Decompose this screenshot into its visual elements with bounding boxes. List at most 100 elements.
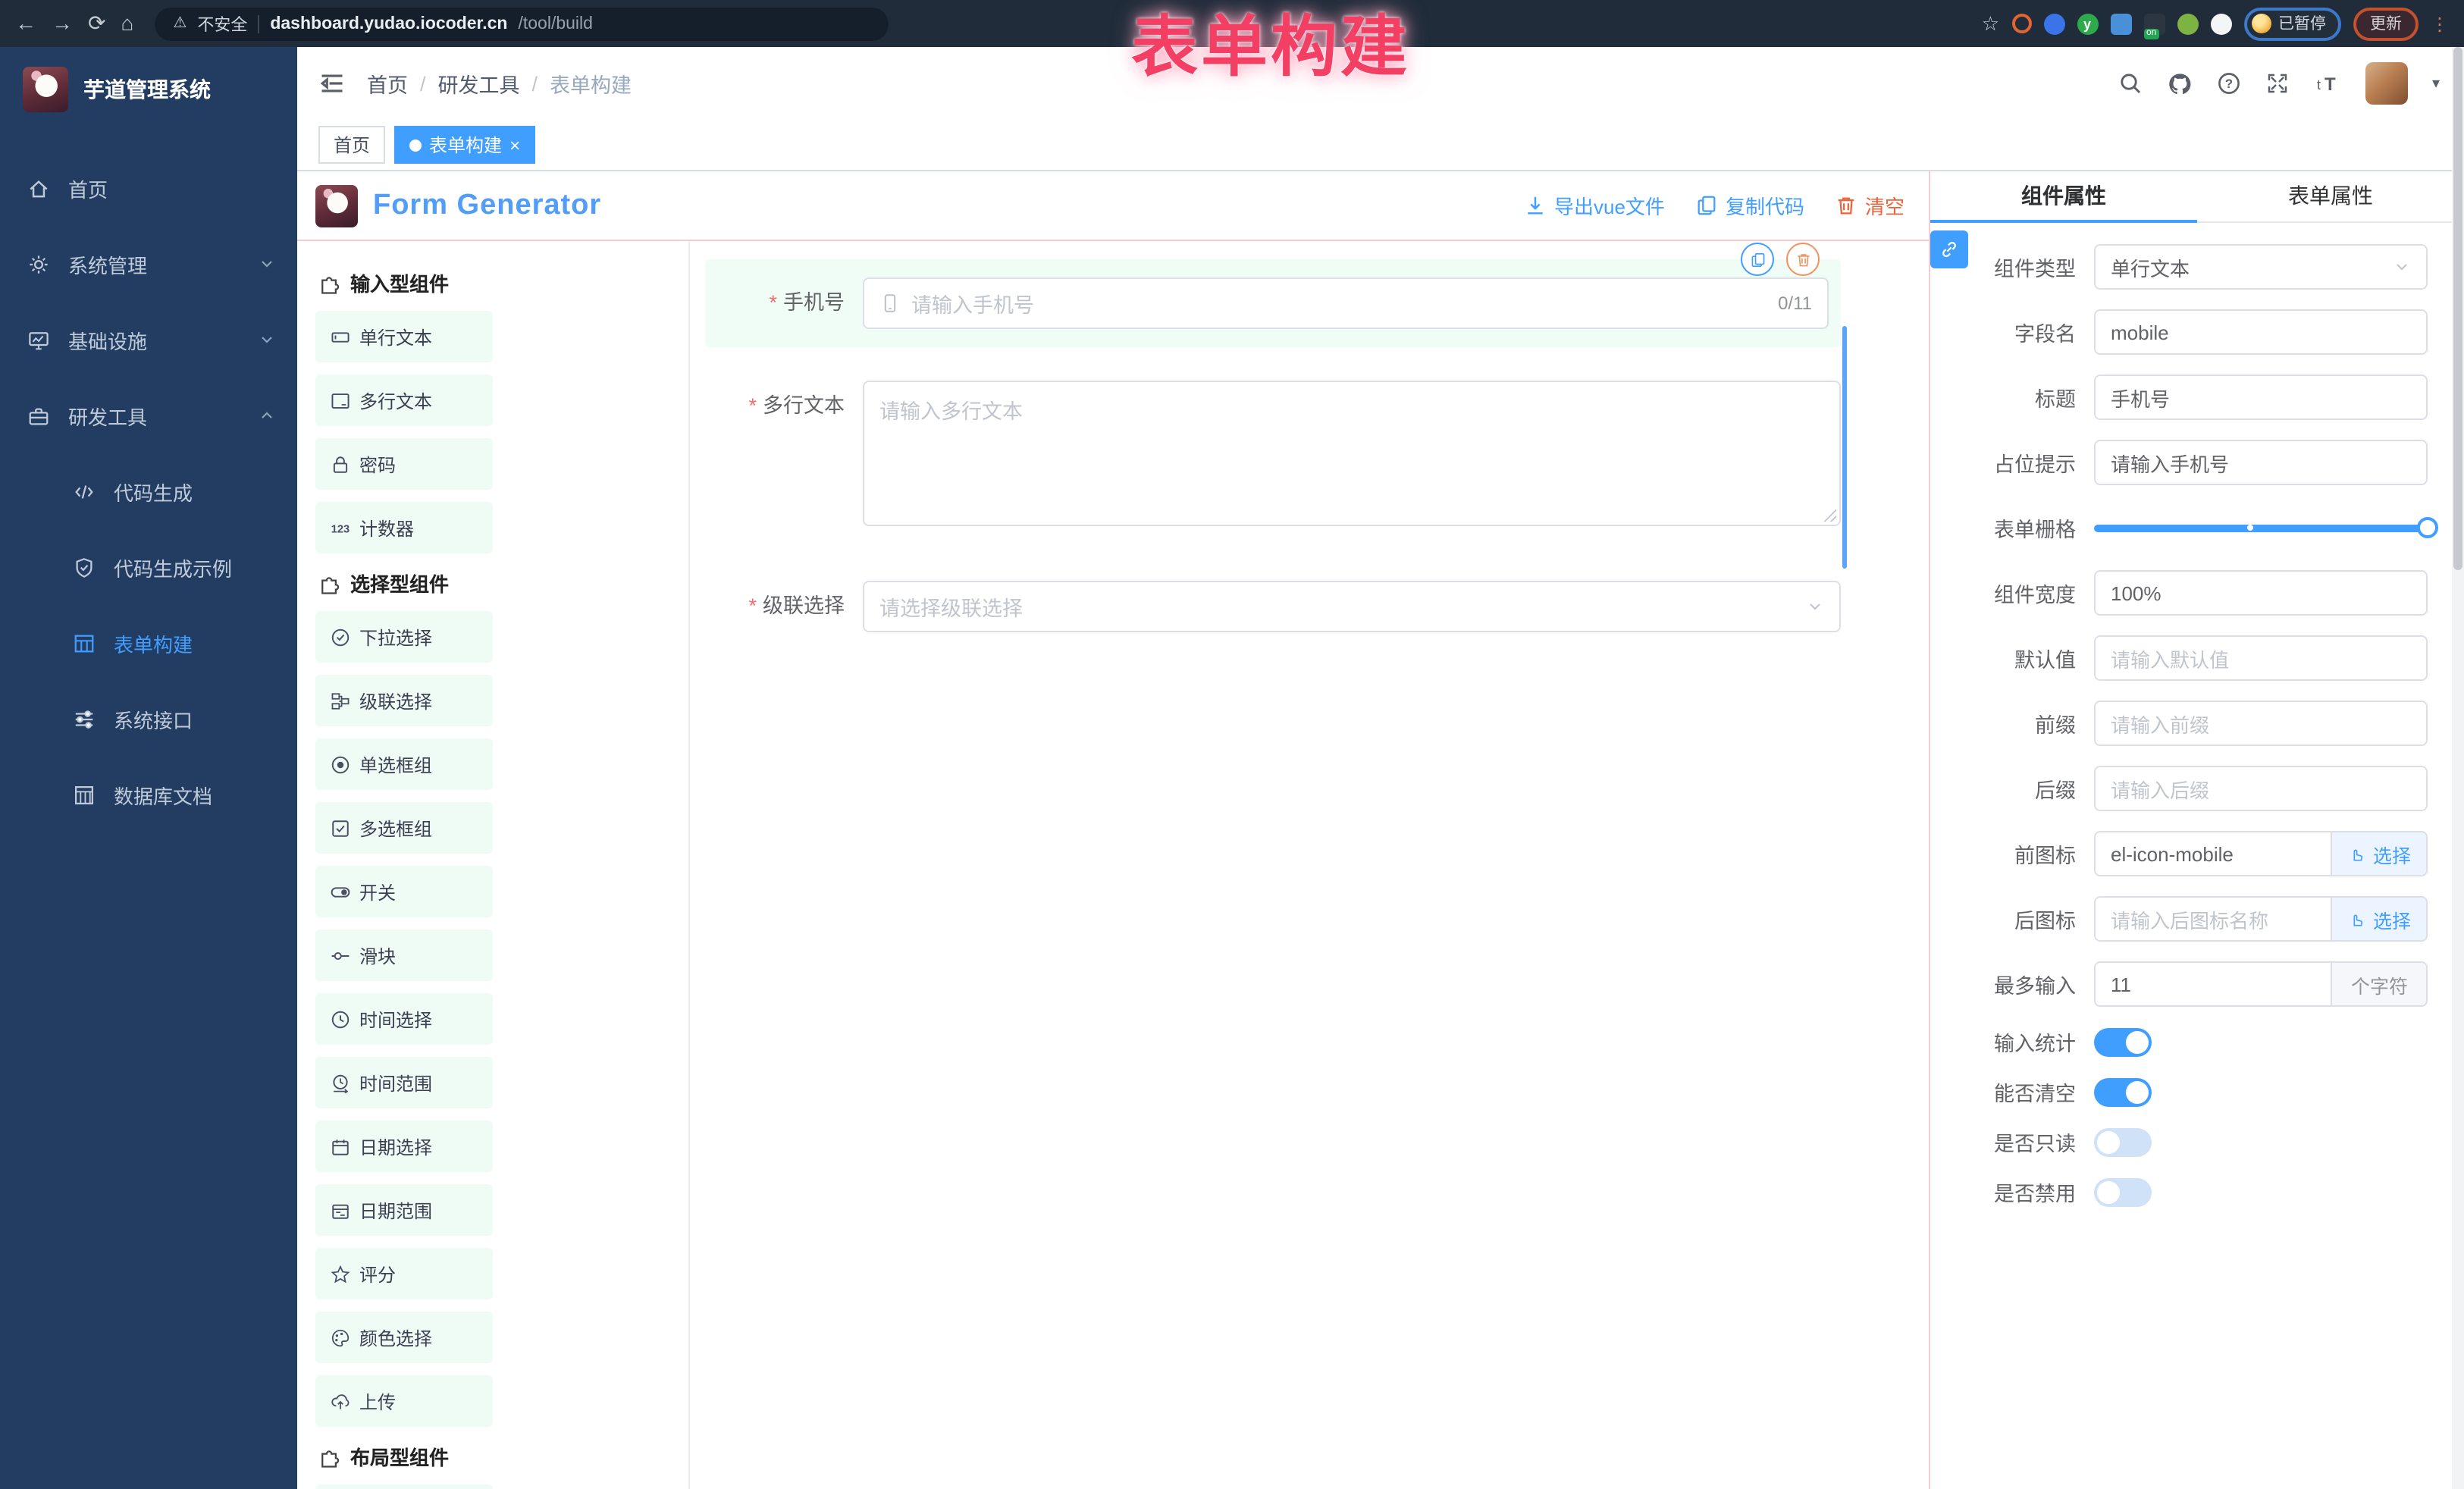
cascader-select[interactable]: 请选择级联选择 xyxy=(863,581,1841,632)
choose-prefix-icon-button[interactable]: 选择 xyxy=(2332,831,2428,876)
browser-forward-icon[interactable]: → xyxy=(52,0,73,47)
tag-label: 表单构建 xyxy=(429,132,502,158)
palette-item-password[interactable]: 密码 xyxy=(315,438,493,490)
form-grid-slider[interactable] xyxy=(2094,505,2428,550)
tag-home[interactable]: 首页 xyxy=(318,126,385,164)
export-vue-button[interactable]: 导出vue文件 xyxy=(1524,191,1665,220)
tag-form-builder[interactable]: 表单构建 × xyxy=(394,126,535,164)
disabled-toggle[interactable] xyxy=(2094,1177,2152,1206)
sidebar-item-infra[interactable]: 基础设施 xyxy=(0,302,297,378)
placeholder-input[interactable]: 请输入手机号 xyxy=(2094,440,2428,485)
palette-item-rate[interactable]: 评分 xyxy=(315,1248,493,1299)
security-label[interactable]: 不安全 xyxy=(197,11,247,36)
copy-code-button[interactable]: 复制代码 xyxy=(1695,191,1804,220)
palette-item-time-picker[interactable]: 时间选择 xyxy=(315,993,493,1045)
sidebar-item-system-api[interactable]: 系统接口 xyxy=(0,681,297,757)
browser-back-icon[interactable]: ← xyxy=(15,0,36,47)
bookmark-star-icon[interactable]: ☆ xyxy=(1982,11,1999,36)
palette-item-upload[interactable]: 上传 xyxy=(315,1375,493,1427)
browser-actions: ☆ y on 已暂停 更新 ⋮ xyxy=(1982,7,2449,40)
extension-icon[interactable] xyxy=(2110,13,2131,34)
palette-item-date-picker[interactable]: 日期选择 xyxy=(315,1121,493,1172)
max-length-input[interactable]: 11 xyxy=(2094,961,2333,1007)
breadcrumb-home[interactable]: 首页 xyxy=(367,68,408,99)
browser-reload-icon[interactable]: ⟳ xyxy=(88,0,105,47)
palette-item-time-range[interactable]: 时间范围 xyxy=(315,1057,493,1108)
tab-component-props[interactable]: 组件属性 xyxy=(1930,171,2197,221)
user-menu-caret-icon[interactable]: ▾ xyxy=(2432,75,2440,92)
palette-item-color-picker[interactable]: 颜色选择 xyxy=(315,1312,493,1363)
component-width-input[interactable]: 100% xyxy=(2094,570,2428,616)
mobile-input[interactable]: 请输入手机号 0/11 xyxy=(863,277,1829,329)
sidebar-item-form-builder[interactable]: 表单构建 xyxy=(0,605,297,681)
form-item-mobile[interactable]: 手机号 请输入手机号 0/11 xyxy=(705,259,1841,347)
title-input[interactable]: 手机号 xyxy=(2094,375,2428,420)
chrome-update-button[interactable]: 更新 xyxy=(2353,7,2419,40)
palette-item-single-text[interactable]: 单行文本 xyxy=(315,311,493,362)
doc-link-button[interactable] xyxy=(1930,230,1968,268)
canvas-scrollbar-thumb[interactable] xyxy=(1842,326,1847,569)
browser-home-icon[interactable]: ⌂ xyxy=(121,0,133,47)
user-avatar[interactable] xyxy=(2365,62,2408,105)
prefix-icon-input[interactable]: el-icon-mobile xyxy=(2094,831,2332,876)
page-scrollbar[interactable] xyxy=(2452,47,2464,1489)
extension-icon[interactable] xyxy=(2011,14,2031,33)
extension-icon[interactable]: y xyxy=(2077,13,2098,34)
delete-item-button[interactable] xyxy=(1786,243,1820,276)
form-item-textarea[interactable]: 多行文本 请输入多行文本 xyxy=(705,381,1841,526)
breadcrumb-devtools[interactable]: 研发工具 xyxy=(438,68,520,99)
close-icon[interactable]: × xyxy=(509,136,520,154)
slider-handle[interactable] xyxy=(2417,517,2438,538)
textarea-input[interactable]: 请输入多行文本 xyxy=(863,381,1841,526)
sidebar-item-devtools[interactable]: 研发工具 xyxy=(0,378,297,453)
profile-paused-chip[interactable]: 已暂停 xyxy=(2243,7,2341,40)
extensions-puzzle-icon[interactable] xyxy=(2210,13,2231,34)
fullscreen-icon[interactable] xyxy=(2265,71,2290,96)
palette-item-multi-text[interactable]: 多行文本 xyxy=(315,375,493,426)
palette-item-slider[interactable]: 滑块 xyxy=(315,929,493,981)
prefix-input[interactable]: 请输入前缀 xyxy=(2094,701,2428,746)
collapse-sidebar-icon[interactable] xyxy=(318,70,346,97)
palette-item-cascader[interactable]: 级联选择 xyxy=(315,675,493,726)
field-name-input[interactable]: mobile xyxy=(2094,309,2428,355)
extension-icon[interactable]: on xyxy=(2143,13,2165,34)
drawing-board[interactable]: 手机号 请输入手机号 0/11 多行文本 xyxy=(690,241,1929,1489)
component-type-select[interactable]: 单行文本 xyxy=(2094,244,2428,290)
sidebar-item-home[interactable]: 首页 xyxy=(0,150,297,226)
clear-button[interactable]: 清空 xyxy=(1835,191,1904,220)
form-item-cascader[interactable]: 级联选择 请选择级联选择 xyxy=(705,581,1841,632)
extension-icon[interactable] xyxy=(2043,13,2064,34)
palette-item-row-container[interactable]: 行容器 xyxy=(315,1484,493,1489)
sidebar-item-codegen-demo[interactable]: 代码生成示例 xyxy=(0,529,297,605)
font-size-icon[interactable] xyxy=(2314,71,2341,96)
page-scrollbar-thumb[interactable] xyxy=(2453,47,2462,570)
github-icon[interactable] xyxy=(2167,71,2193,96)
readonly-toggle[interactable] xyxy=(2094,1127,2152,1156)
prop-label: 前图标 xyxy=(1945,839,2094,869)
word-limit-toggle[interactable] xyxy=(2094,1027,2152,1056)
palette-item-checkbox-group[interactable]: 多选框组 xyxy=(315,802,493,854)
palette-item-counter[interactable]: 计数器 xyxy=(315,502,493,553)
textarea-icon xyxy=(331,390,350,410)
palette-item-select[interactable]: 下拉选择 xyxy=(315,611,493,663)
tab-form-props[interactable]: 表单属性 xyxy=(2197,171,2464,221)
palette-item-label: 单选框组 xyxy=(359,751,432,777)
duplicate-item-button[interactable] xyxy=(1741,243,1774,276)
browser-menu-icon[interactable]: ⋮ xyxy=(2431,13,2449,34)
suffix-input[interactable]: 请输入后缀 xyxy=(2094,766,2428,811)
extension-icon[interactable] xyxy=(2177,13,2198,34)
choose-suffix-icon-button[interactable]: 选择 xyxy=(2332,896,2428,942)
suffix-icon-input[interactable]: 请输入后图标名称 xyxy=(2094,896,2332,942)
sidebar-item-db-doc[interactable]: 数据库文档 xyxy=(0,757,297,832)
clearable-toggle[interactable] xyxy=(2094,1077,2152,1106)
palette-item-radio-group[interactable]: 单选框组 xyxy=(315,738,493,790)
address-bar[interactable]: ⚠ 不安全 dashboard.yudao.iocoder.cn/tool/bu… xyxy=(155,7,889,40)
palette-item-switch[interactable]: 开关 xyxy=(315,866,493,917)
sidebar-item-codegen[interactable]: 代码生成 xyxy=(0,453,297,529)
sidebar-item-system[interactable]: 系统管理 xyxy=(0,226,297,302)
help-icon[interactable] xyxy=(2217,71,2241,96)
palette-item-date-range[interactable]: 日期范围 xyxy=(315,1184,493,1236)
search-icon[interactable] xyxy=(2118,71,2143,96)
default-value-input[interactable]: 请输入默认值 xyxy=(2094,635,2428,681)
app-logo-row[interactable]: 芋道管理系统 xyxy=(0,47,297,132)
